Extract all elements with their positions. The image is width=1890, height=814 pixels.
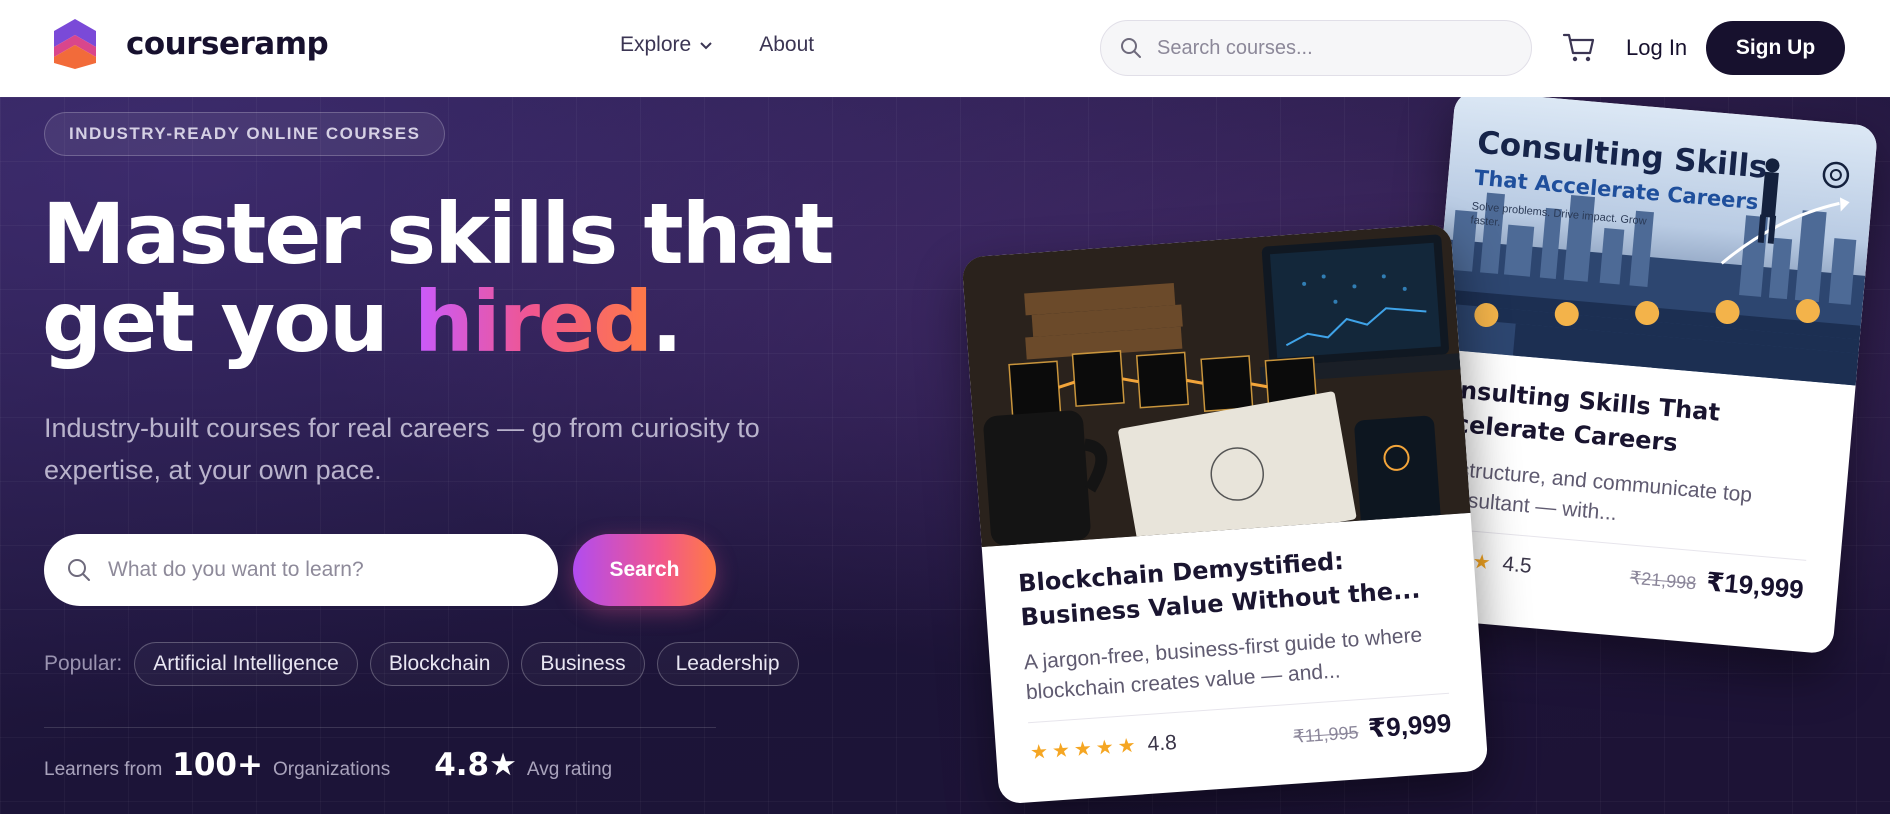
nav-explore[interactable]: Explore: [620, 33, 713, 57]
header-search-box[interactable]: [1100, 20, 1532, 76]
course-title: onsulting Skills That ccelerate Careers: [1439, 374, 1722, 458]
nav-about-label: About: [759, 33, 815, 56]
hero-search-box[interactable]: [44, 534, 558, 606]
topic-chip-leadership[interactable]: Leadership: [656, 642, 799, 686]
learners-suffix: Organizations: [272, 759, 391, 780]
course-description: k, structure, and communicate top consul…: [1433, 456, 1753, 526]
hero-search-button[interactable]: Search: [573, 534, 716, 606]
course-rating: 4.8: [1146, 730, 1178, 756]
learners-prefix: Learners from: [44, 759, 163, 780]
course-card-blockchain[interactable]: Blockchain Demystified: Business Value W…: [961, 223, 1489, 805]
original-price: ₹11,995: [1292, 722, 1360, 747]
hero-stats: Learners from 100+ Organizations 4.8★ Av…: [44, 747, 612, 783]
signup-button[interactable]: Sign Up: [1706, 21, 1845, 75]
hero-badge: INDUSTRY-READY ONLINE COURSES: [44, 112, 446, 156]
search-icon: [68, 559, 90, 581]
popular-topics: Popular: Artificial Intelligence Blockch…: [44, 642, 799, 686]
blockchain-desk-illustration: [961, 223, 1471, 548]
hero-section: INDUSTRY-READY ONLINE COURSES Master ski…: [0, 97, 1890, 814]
nav-explore-label: Explore: [620, 33, 692, 56]
headline-line-1: Master skills that: [42, 185, 834, 283]
headline-period: .: [651, 273, 683, 371]
hero-subtitle: Industry-built courses for real careers …: [44, 413, 760, 485]
star-icon: ★: [1095, 736, 1115, 760]
headline-highlight: hired: [414, 273, 653, 371]
course-card-body: Blockchain Demystified: Business Value W…: [982, 513, 1488, 793]
course-thumbnail-blockchain: [961, 223, 1471, 548]
course-meta: ★★★ 4.5 ₹21,998 ₹19,999: [1428, 542, 1805, 606]
course-title: Blockchain Demystified: Business Value W…: [1017, 546, 1422, 632]
hero-search-input[interactable]: [108, 558, 528, 582]
original-price: ₹21,998: [1629, 567, 1698, 594]
hero-divider: [44, 727, 716, 728]
login-link[interactable]: Log In: [1626, 35, 1687, 61]
course-prices: ₹11,995 ₹9,999: [1292, 708, 1452, 750]
hero-headline: Master skills that get you hired.: [42, 190, 834, 366]
rating-label: Avg rating: [526, 759, 613, 780]
course-rating: 4.5: [1501, 551, 1533, 578]
star-icon: ★: [1116, 734, 1137, 759]
topic-chip-business[interactable]: Business: [521, 642, 645, 686]
sale-price: ₹9,999: [1367, 707, 1453, 744]
course-card-body: onsulting Skills That ccelerate Careers …: [1412, 349, 1856, 631]
sale-price: ₹19,999: [1705, 566, 1805, 605]
rating-stars: ★ ★ ★ ★ ★ 4.8: [1029, 730, 1177, 765]
nav-about[interactable]: About: [759, 33, 814, 57]
course-prices: ₹21,998 ₹19,999: [1629, 560, 1805, 606]
star-icon: ★: [1073, 737, 1093, 762]
learners-value: 100+: [172, 747, 263, 783]
course-card-consulting[interactable]: Consulting Skills That Accelerate Career…: [1409, 97, 1879, 655]
brand-name: courseramp: [126, 26, 329, 62]
headline-line-2: get you: [42, 273, 415, 371]
course-thumbnail-consulting: Consulting Skills That Accelerate Career…: [1433, 97, 1879, 386]
brand-logo[interactable]: courseramp: [52, 17, 329, 71]
star-icon: ★: [1029, 740, 1049, 765]
course-description: A jargon-free, business-first guide to w…: [1023, 623, 1423, 705]
site-header: courseramp Explore About Log In Sign Up: [0, 0, 1890, 97]
star-icon: ★: [1051, 739, 1071, 763]
main-nav: Explore About: [620, 33, 814, 57]
popular-label: Popular:: [44, 652, 123, 675]
search-icon: [1121, 38, 1141, 58]
rating-value: 4.8★: [434, 747, 517, 783]
topic-chip-blockchain[interactable]: Blockchain: [369, 642, 510, 686]
courseramp-logo-icon: [54, 19, 96, 69]
cart-icon[interactable]: [1562, 31, 1596, 65]
topic-chip-artificial-intelligence[interactable]: Artificial Intelligence: [134, 642, 358, 686]
header-search-input[interactable]: [1157, 36, 1517, 60]
chevron-down-icon: [700, 42, 712, 50]
